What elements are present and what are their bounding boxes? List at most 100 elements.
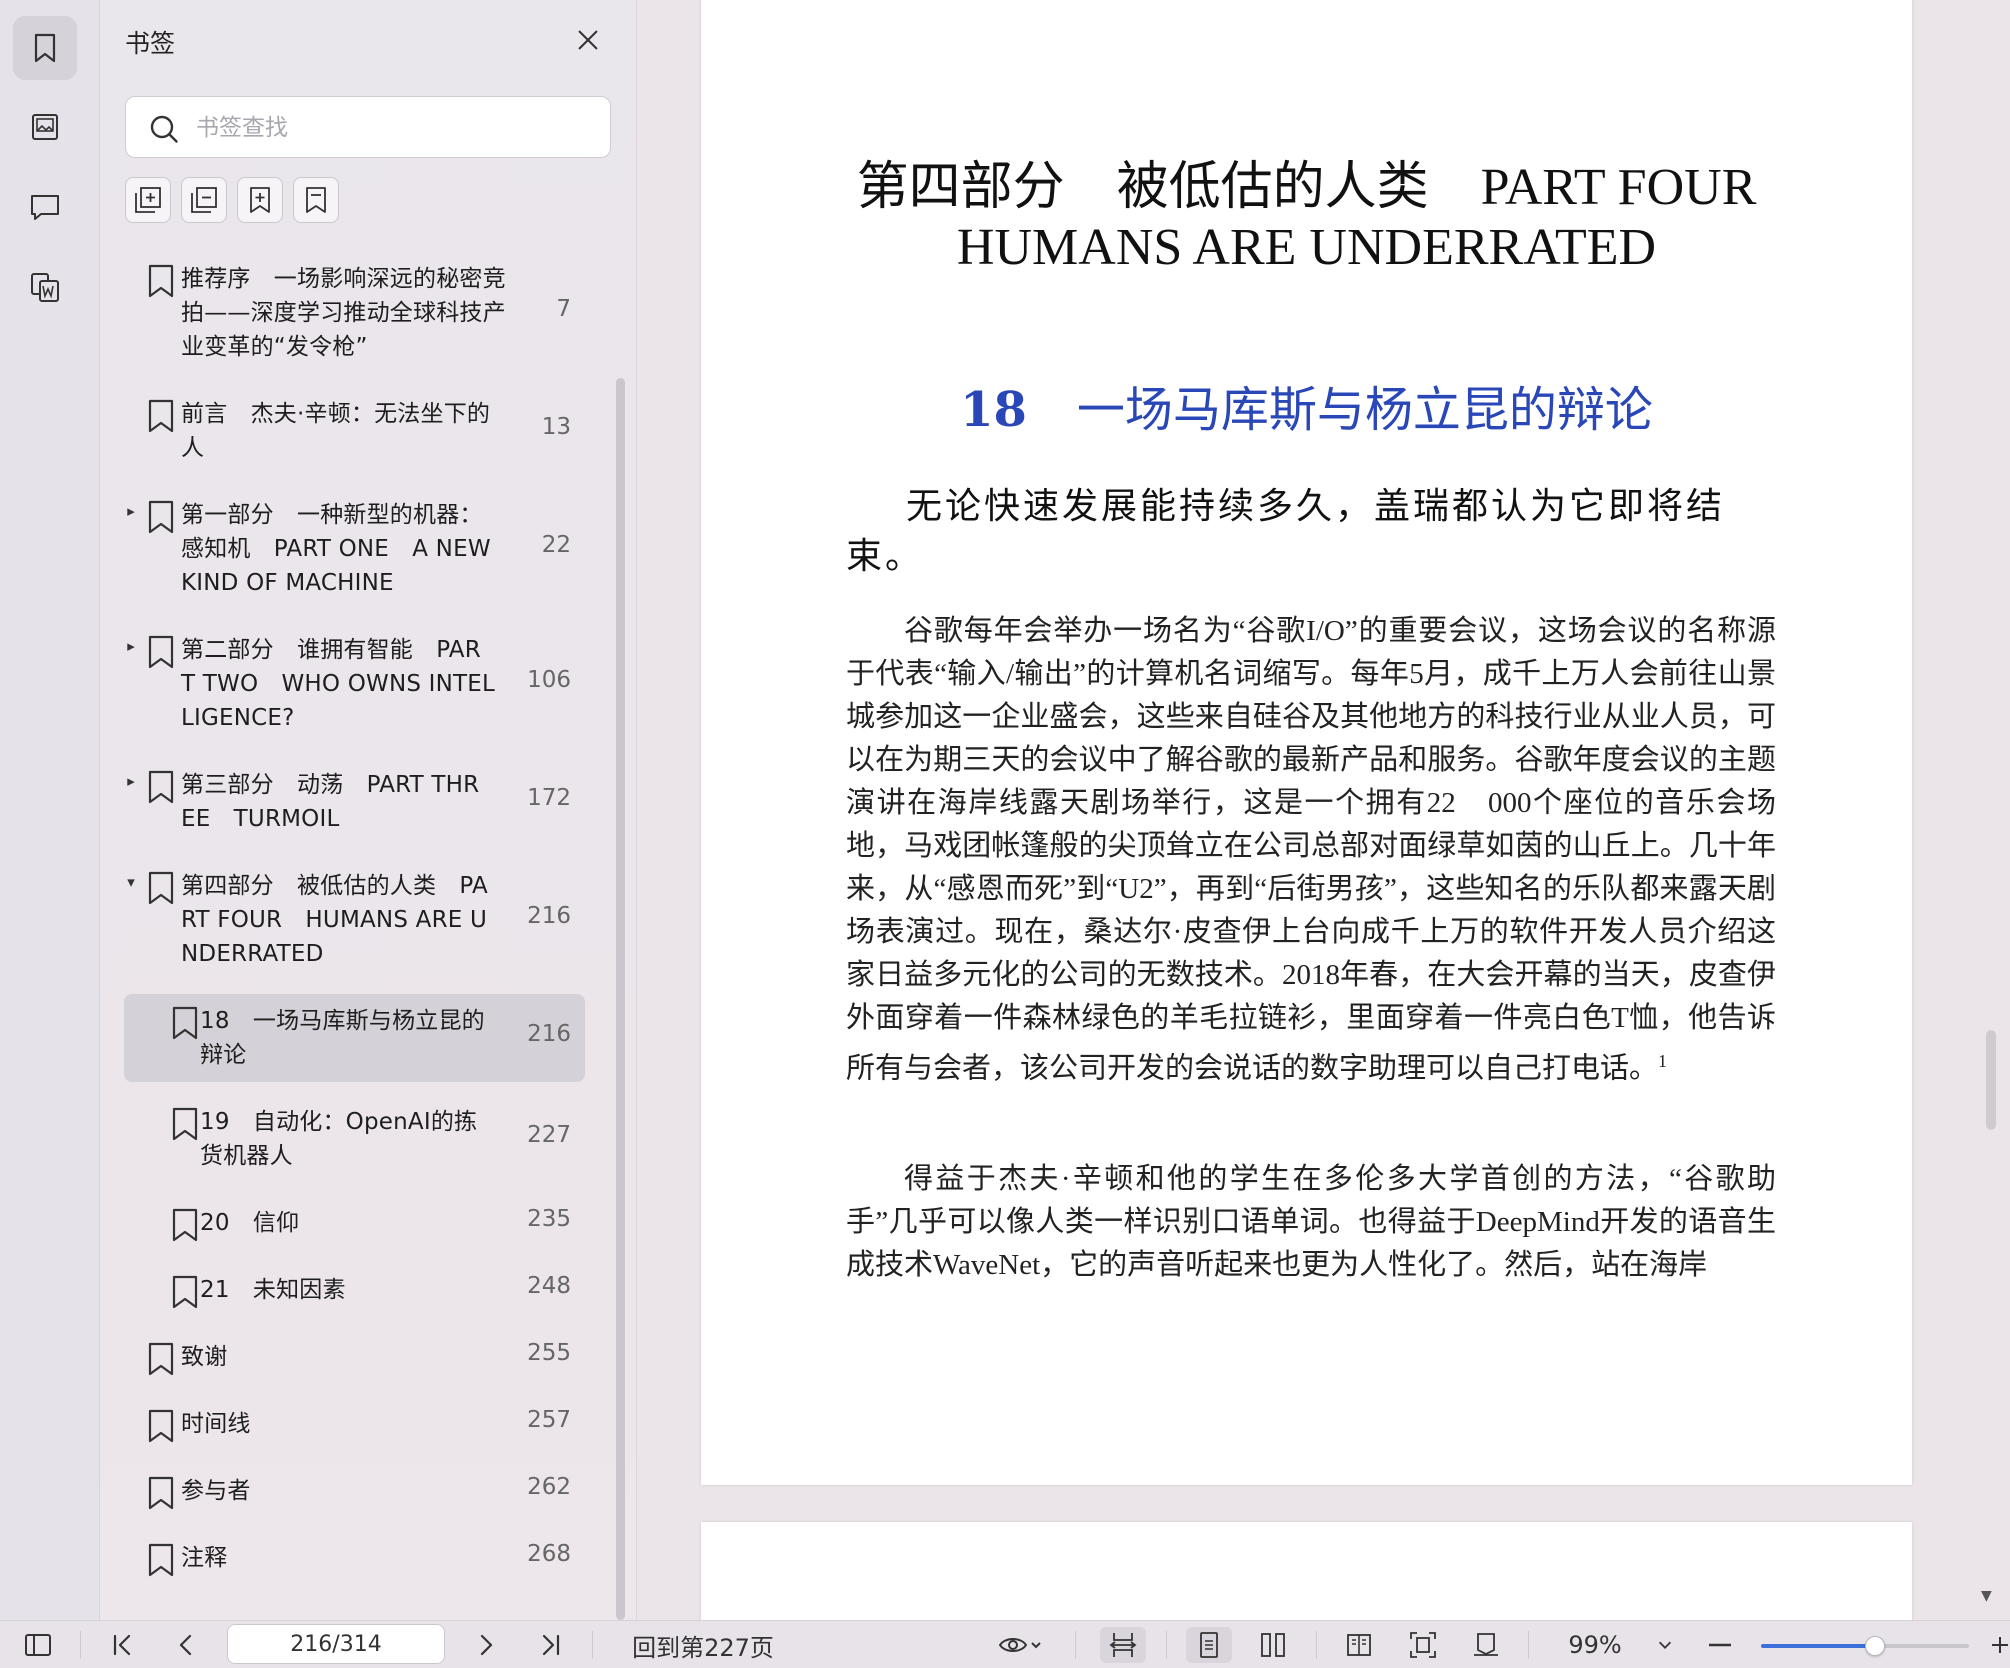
bookmark-item[interactable]: 19 自动化：OpenAI的拣 货机器人 227 (124, 1105, 585, 1173)
bookmark-label: 第一部分 一种新型的机器： 感知机 PART ONE A NEW KIND OF M… (181, 498, 491, 600)
bookmark-item[interactable]: ▾ 第四部分 被低估的人类 PA RT FOUR HUMANS ARE U NDERR… (124, 869, 585, 971)
part-title-line1: 第四部分 被低估的人类 PART FOUR (856, 159, 1757, 216)
zoom-slider-fill (1761, 1644, 1876, 1648)
chapter-title: 18 一场马库斯与杨立昆的辩论 (701, 370, 1912, 440)
fit-width-button[interactable] (1100, 1627, 1146, 1663)
bookmark-label: 注释 (181, 1541, 446, 1575)
bookmark-item[interactable]: 前言 杰夫·辛顿：无法坐下的人 13 (124, 397, 585, 465)
bookmark-label-line: 感知机 PART ONE A NEW (181, 536, 491, 562)
back-to-page-button[interactable]: 回到第227页 (618, 1627, 788, 1663)
bookmark-search-input[interactable] (196, 109, 586, 147)
footnote-ref[interactable]: 1 (1658, 1051, 1667, 1071)
bookmark-label: 第三部分 动荡 PART THR EE TURMOIL (181, 768, 480, 836)
collapse-all-icon (191, 187, 217, 213)
bookmark-item[interactable]: 18 一场马库斯与杨立昆的 辩论 216 (124, 994, 585, 1082)
last-page-button[interactable] (533, 1627, 569, 1663)
bookmark-panel-icon[interactable] (13, 16, 77, 80)
document-scrollbar[interactable] (1986, 1030, 1996, 1130)
previous-page-button[interactable] (168, 1627, 204, 1663)
separator (80, 1631, 81, 1659)
separator (1528, 1631, 1529, 1659)
bookmark-item[interactable]: ▸ 第二部分 谁拥有智能 PAR T TWO WHO OWNS INTEL LIGEN… (124, 633, 585, 735)
rotate-page-icon (1474, 1633, 1498, 1656)
bookmark-item[interactable]: ▸ 第一部分 一种新型的机器： 感知机 PART ONE A NEW KIND OF … (124, 498, 585, 600)
close-icon[interactable] (570, 22, 606, 58)
bookmark-icon (148, 264, 174, 298)
zoom-slider[interactable] (1761, 1636, 1969, 1656)
first-page-button[interactable] (104, 1627, 140, 1663)
convert-document-icon[interactable] (13, 255, 77, 319)
bookmark-tools (125, 177, 339, 223)
bookmark-item[interactable]: 注释 268 (124, 1541, 585, 1577)
next-page-button[interactable] (468, 1627, 504, 1663)
bookmark-label-line: NDERRATED (181, 941, 324, 967)
bookmark-item[interactable]: 推荐序 一场影响深远的秘密竞 拍——深度学习推动全球科技产 业变革的“发令枪” 7 (124, 262, 585, 364)
bookmark-menu-button[interactable] (293, 177, 339, 223)
bookmark-label-line: 18 一场马库斯与杨立昆的 (200, 1008, 485, 1034)
bookmark-label-line: KIND OF MACHINE (181, 570, 394, 596)
expand-arrow-closed-icon[interactable]: ▸ (124, 772, 138, 790)
expand-all-button[interactable] (125, 177, 171, 223)
bookmark-page-number: 227 (527, 1122, 571, 1148)
annotation-panel-icon[interactable] (13, 175, 77, 239)
bookmark-icon (148, 1476, 174, 1510)
bookmark-page-number: 216 (527, 903, 571, 929)
bookmark-label: 前言 杰夫·辛顿：无法坐下的人 (181, 397, 491, 465)
expand-arrow-open-icon[interactable]: ▾ (124, 873, 138, 891)
bookmark-item[interactable]: 时间线 257 (124, 1407, 585, 1443)
bookmark-outline-icon (306, 187, 326, 213)
scroll-down-arrow-icon[interactable]: ▼ (1981, 1588, 1992, 1604)
bookmark-icon (172, 1275, 198, 1309)
zoom-level[interactable]: 99% (1560, 1627, 1630, 1663)
page-number-input[interactable] (227, 1624, 445, 1664)
separator (1075, 1631, 1076, 1659)
fit-page-button[interactable] (1400, 1627, 1446, 1663)
single-page-button[interactable] (1186, 1627, 1232, 1663)
part-title: 第四部分 被低估的人类 PART FOUR HUMANS ARE UNDERRA… (701, 158, 1912, 278)
single-page-icon (1200, 1632, 1218, 1658)
thumbnail-panel-icon[interactable] (13, 95, 77, 159)
toggle-sidebar-button[interactable] (18, 1627, 58, 1663)
bookmark-item[interactable]: ▸ 第三部分 动荡 PART THR EE TURMOIL 172 (124, 768, 585, 836)
two-page-button[interactable] (1250, 1627, 1296, 1663)
bookmark-page-number: 268 (527, 1541, 571, 1567)
document-view: 第四部分 被低估的人类 PART FOUR HUMANS ARE UNDERRA… (637, 0, 2010, 1620)
body-paragraph-1: 谷歌每年会举办一场名为“谷歌I/O”的重要会议，这场会议的名称源于代表“输入/输… (846, 610, 1776, 1091)
bookmark-label: 致谢 (181, 1340, 446, 1374)
sidebar-toggle-icon (25, 1634, 51, 1656)
bookmark-item[interactable]: 21 未知因素 248 (124, 1273, 585, 1309)
expand-arrow-closed-icon[interactable]: ▸ (124, 637, 138, 655)
bottom-toolbar: 回到第227页 99% (0, 1620, 2010, 1668)
expand-arrow-closed-icon[interactable]: ▸ (124, 502, 138, 520)
bookmark-label: 21 未知因素 (200, 1273, 440, 1307)
document-page: 第四部分 被低估的人类 PART FOUR HUMANS ARE UNDERRA… (701, 0, 1912, 1485)
rotate-page-button[interactable] (1463, 1627, 1509, 1663)
zoom-slider-handle[interactable] (1865, 1636, 1886, 1656)
zoom-dropdown-button[interactable] (1650, 1627, 1680, 1663)
bookmark-label-line: 参与者 (181, 1478, 251, 1504)
bookmark-page-number: 262 (527, 1474, 571, 1500)
part-title-line2: HUMANS ARE UNDERRATED (956, 219, 1657, 276)
bookmark-item[interactable]: 参与者 262 (124, 1474, 585, 1510)
first-page-icon (113, 1634, 131, 1656)
zoom-in-button[interactable] (1990, 1627, 2010, 1663)
last-page-icon (542, 1634, 560, 1656)
bookmark-scrollbar[interactable] (616, 378, 625, 1620)
bookmark-label-line: 第三部分 动荡 PART THR (181, 772, 480, 798)
book-mode-button[interactable] (1336, 1627, 1382, 1663)
minus-icon (1709, 1643, 1731, 1647)
bookmark-page-number: 106 (527, 667, 571, 693)
bookmark-label-line: LIGENCE? (181, 705, 295, 731)
bookmark-label-line: T TWO WHO OWNS INTEL (181, 671, 496, 697)
collapse-all-button[interactable] (181, 177, 227, 223)
bookmark-label-line: 前言 杰夫·辛顿：无法坐下的 (181, 401, 491, 427)
bookmark-search-box[interactable] (125, 96, 611, 158)
expand-all-icon (135, 187, 161, 213)
add-bookmark-button[interactable] (237, 177, 283, 223)
zoom-out-button[interactable] (1705, 1627, 1735, 1663)
bookmark-page-number: 13 (541, 414, 571, 440)
bookmark-item[interactable]: 致谢 255 (124, 1340, 585, 1376)
bookmark-icon (148, 1409, 174, 1443)
bookmark-item[interactable]: 20 信仰 235 (124, 1206, 585, 1242)
view-mode-button[interactable] (990, 1627, 1050, 1663)
